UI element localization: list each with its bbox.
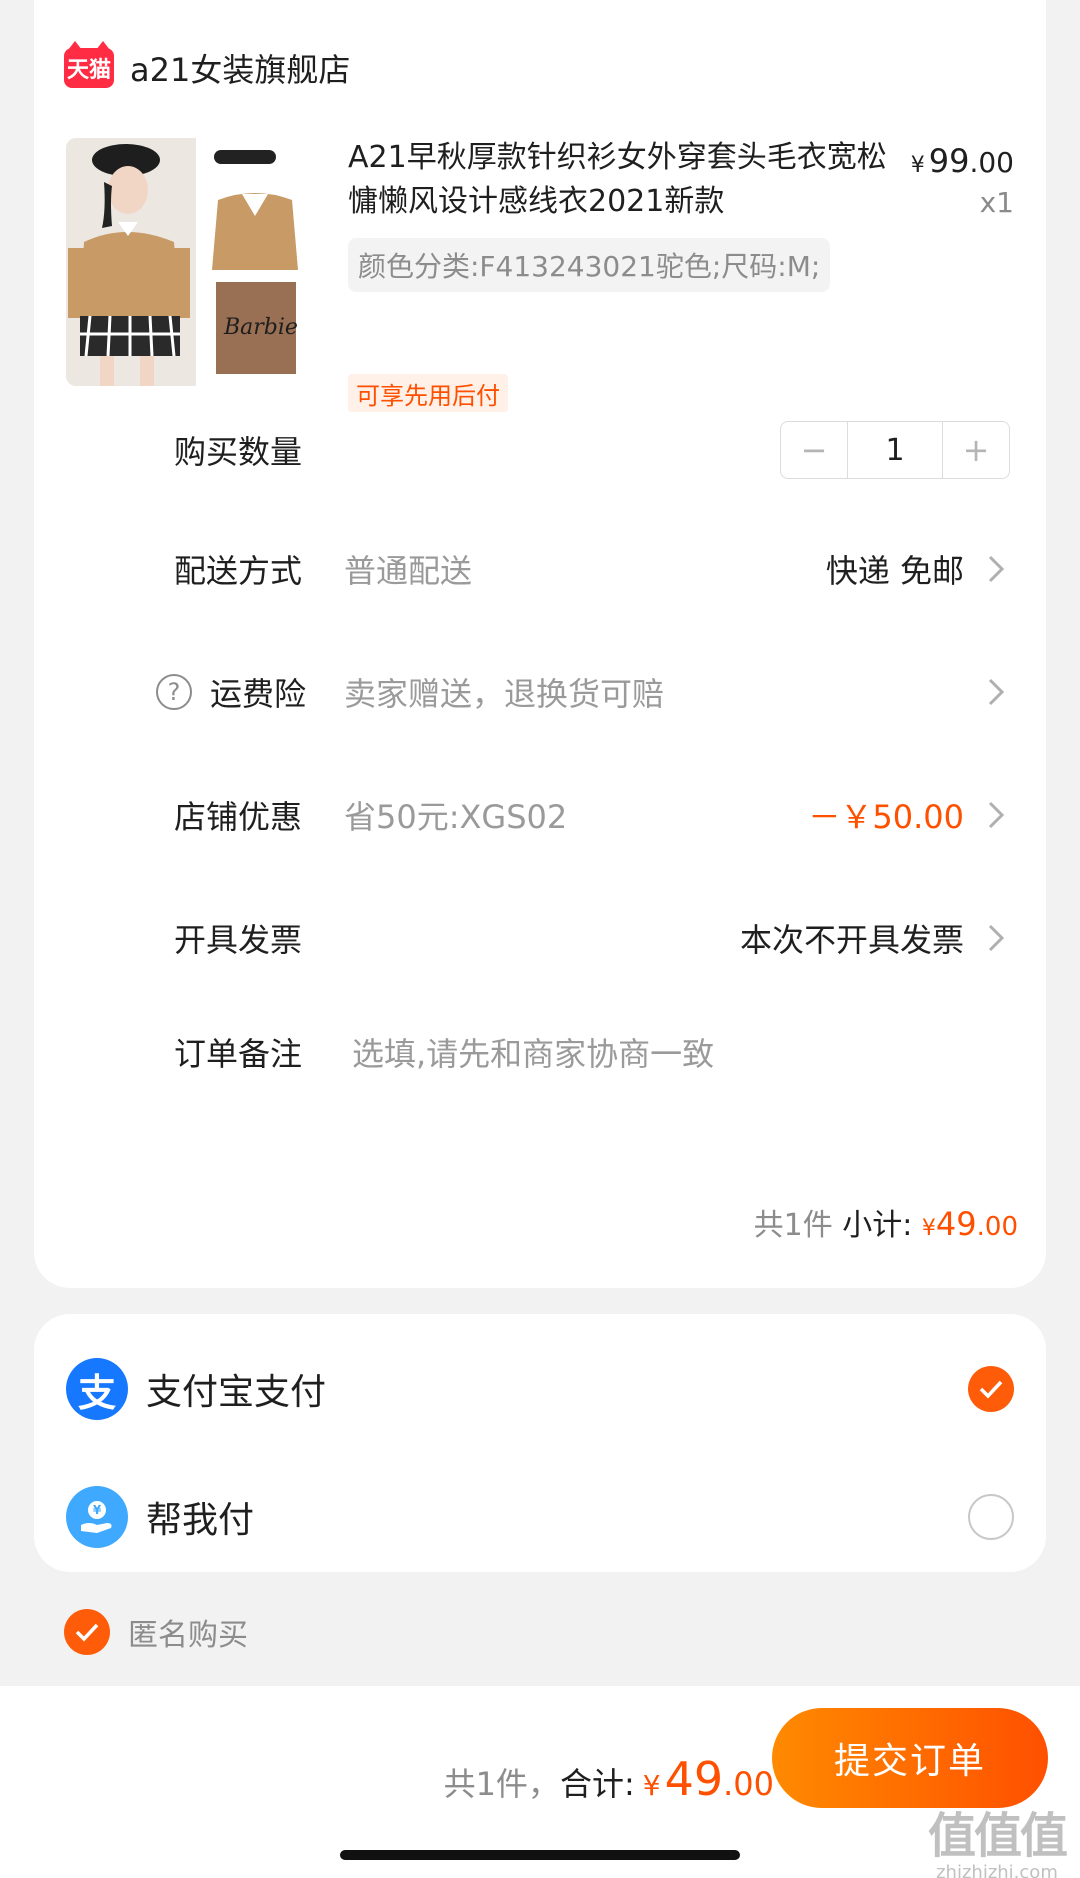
price-decimal: .00 (969, 146, 1014, 179)
order-card: 天猫 a21女装旗舰店 Barbie A21早秋厚款针织衫女外穿套头毛衣宽松慵懒… (34, 0, 1046, 1288)
anonymous-label: 匿名购买 (128, 1618, 248, 1653)
watermark: 值值值 zhizhizhi.com (927, 1796, 1068, 1878)
invoice-value: 本次不开具发票 (739, 921, 964, 959)
anonymous-purchase-toggle[interactable]: 匿名购买 (64, 1608, 248, 1656)
checked-checkbox[interactable] (64, 1609, 110, 1655)
discount-amount: －￥50.00 (808, 798, 964, 836)
total-amount: ¥49.00 (635, 1752, 774, 1806)
product-title[interactable]: A21早秋厚款针织衫女外穿套头毛衣宽松慵懒风设计感线衣2021新款 (348, 136, 888, 224)
insurance-value: 卖家赠送，退换货可赔 (344, 675, 665, 713)
total-count: 共1件， (443, 1765, 560, 1803)
subtotal-label: 小计: (832, 1208, 922, 1243)
total-integer: 49 (664, 1752, 724, 1806)
help-pay-icon: ¥ (66, 1486, 128, 1548)
price-integer: 99 (928, 142, 970, 180)
payment-card: 支 支付宝支付 ¥ 帮我付 (34, 1314, 1046, 1572)
subtotal-decimal: .00 (976, 1212, 1018, 1242)
delivery-row[interactable]: 配送方式 普通配送 快递 免邮 (34, 539, 1046, 599)
product-photo-icon: Barbie (66, 138, 314, 386)
order-total: 共1件， 合计: ¥49.00 (444, 1752, 774, 1806)
subtotal-count: 共1件 (753, 1208, 833, 1243)
chevron-right-icon (988, 678, 1005, 706)
help-icon[interactable]: ? (156, 674, 192, 710)
chevron-right-icon (988, 924, 1005, 952)
buy-now-pay-later-tag: 可享先用后付 (348, 374, 508, 412)
submit-order-button[interactable]: 提交订单 (772, 1708, 1048, 1808)
payment-label: 帮我付 (146, 1500, 255, 1541)
subtotal: 共1件 小计: ¥49.00 (754, 1200, 1018, 1244)
subtotal-integer: 49 (935, 1205, 977, 1243)
payment-label: 支付宝支付 (146, 1372, 327, 1413)
payment-option-alipay[interactable]: 支 支付宝支付 (34, 1354, 1046, 1424)
invoice-label: 开具发票 (174, 921, 303, 959)
discount-value: 省50元:XGS02 (344, 798, 568, 836)
checkout-bar: 共1件， 合计: ¥49.00 提交订单 值值值 zhizhizhi.com (0, 1686, 1080, 1878)
shop-header[interactable]: 天猫 a21女装旗舰店 (64, 40, 350, 96)
chevron-right-icon (988, 801, 1005, 829)
selected-radio[interactable] (968, 1366, 1014, 1412)
delivery-value: 普通配送 (344, 552, 473, 590)
remark-label: 订单备注 (174, 1035, 303, 1073)
checkmark-icon (75, 1623, 99, 1642)
payment-option-help-pay[interactable]: ¥ 帮我付 (34, 1482, 1046, 1552)
quantity-input[interactable]: 1 (847, 422, 943, 478)
product-image[interactable]: Barbie (66, 138, 314, 386)
remark-input[interactable]: 选填,请先和商家协商一致 (352, 1029, 714, 1075)
shipping-insurance-row[interactable]: ? 运费险 卖家赠送，退换货可赔 (34, 662, 1046, 722)
shop-name: a21女装旗舰店 (130, 51, 351, 89)
hand-coin-icon: ¥ (81, 1501, 112, 1533)
quantity-row: 购买数量 − 1 + (34, 420, 1046, 480)
increase-button[interactable]: + (943, 422, 1009, 478)
subtotal-currency: ¥ (921, 1216, 936, 1241)
order-remark-row: 订单备注 选填,请先和商家协商一致 (34, 1022, 1046, 1082)
quantity-label: 购买数量 (174, 433, 303, 471)
discount-label: 店铺优惠 (174, 798, 303, 836)
product-price: ¥99.00 (911, 142, 1014, 180)
subtotal-amount: ¥49.00 (921, 1205, 1018, 1243)
delivery-label: 配送方式 (174, 552, 303, 590)
tmall-icon: 天猫 (64, 41, 114, 88)
store-discount-row[interactable]: 店铺优惠 省50元:XGS02 －￥50.00 (34, 785, 1046, 845)
sku-selector[interactable]: 颜色分类:F413243021驼色;尺码:M; (348, 238, 831, 292)
watermark-url: zhizhizhi.com (936, 1862, 1058, 1878)
total-label: 合计: (559, 1765, 635, 1803)
alipay-icon: 支 (66, 1358, 128, 1420)
watermark-logo: 值值值 (927, 1808, 1068, 1864)
svg-text:Barbie: Barbie (223, 315, 298, 340)
svg-text:¥: ¥ (93, 1503, 102, 1517)
checkmark-icon (979, 1380, 1003, 1399)
unselected-radio[interactable] (968, 1494, 1014, 1540)
quantity-stepper[interactable]: − 1 + (780, 421, 1010, 479)
decrease-button[interactable]: − (781, 422, 847, 478)
insurance-label: 运费险 (210, 675, 307, 713)
total-decimal: .00 (723, 1765, 774, 1803)
price-currency: ¥ (910, 153, 925, 178)
product-quantity: x1 (979, 186, 1014, 219)
checkout-page: 天猫 a21女装旗舰店 Barbie A21早秋厚款针织衫女外穿套头毛衣宽松慵懒… (0, 0, 1080, 1878)
delivery-method: 快递 免邮 (825, 552, 964, 590)
chevron-right-icon (988, 555, 1005, 583)
invoice-row[interactable]: 开具发票 本次不开具发票 (34, 908, 1046, 968)
total-currency: ¥ (642, 1769, 661, 1802)
home-indicator[interactable] (340, 1850, 740, 1860)
